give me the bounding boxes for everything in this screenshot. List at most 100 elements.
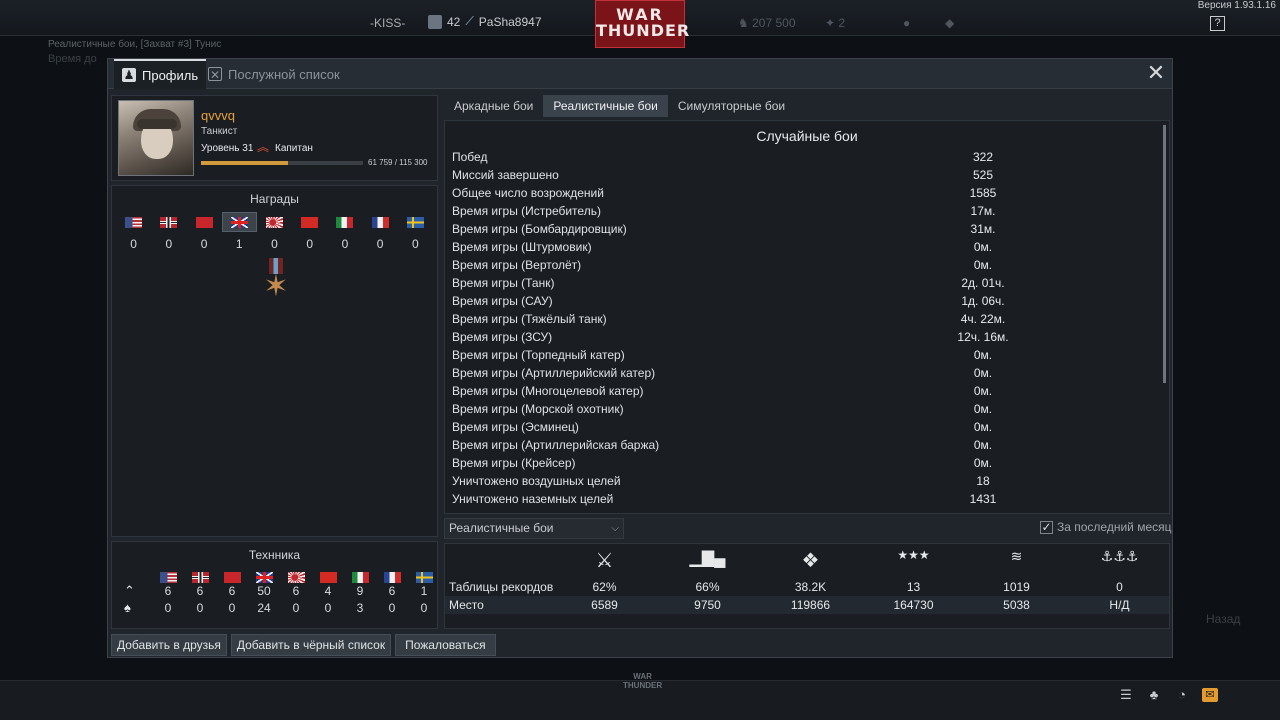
golden-eagles[interactable]: ✦ 2 <box>825 16 845 30</box>
tab-arcade[interactable]: Аркадные бои <box>444 95 543 117</box>
nation-usa[interactable] <box>116 212 151 232</box>
list-icon[interactable]: ☰ <box>1118 688 1134 702</box>
avatar[interactable] <box>118 100 194 176</box>
stat-value: 1585 <box>969 186 997 200</box>
background-back-button: Назад <box>1206 612 1241 626</box>
mail-icon[interactable]: ✉ <box>1202 688 1218 702</box>
stat-row: Время игры (Крейсер) 0м. <box>445 454 1169 472</box>
stat-value: 0м. <box>973 456 993 470</box>
chat-icon[interactable]: ◔ <box>1174 688 1190 702</box>
vehicle-researched-count: 6 <box>228 584 236 598</box>
left-panel: qvvvq Танкист Уровень 31 ︽ Капитан 61 75… <box>111 95 438 629</box>
last-month-toggle[interactable]: ✓ За последний месяц <box>1040 520 1172 534</box>
crew-icon[interactable]: ◆ <box>945 16 954 30</box>
tab-service-record[interactable]: ✕ Послужной список <box>208 59 340 89</box>
stat-value: 2д. 01ч. <box>961 276 1005 290</box>
award-count: 0 <box>412 237 419 251</box>
xp-text: 61 759 / 115 300 <box>368 158 428 167</box>
rank-chevron-icon: ︽ <box>256 140 269 154</box>
germany-flag-icon <box>191 571 209 583</box>
premium-spade-icon: ♠ <box>124 600 131 615</box>
mode-select-value: Реалистичные бои <box>449 521 554 535</box>
nation-germany[interactable] <box>151 212 186 232</box>
tab-realistic[interactable]: Реалистичные бои <box>543 95 668 117</box>
vehicle-premium-count: 3 <box>356 601 364 615</box>
stats-scrollbar[interactable] <box>1163 125 1166 383</box>
stat-value: 0м. <box>973 348 993 362</box>
britain-flag-icon <box>255 571 273 583</box>
stat-row: Время игры (Штурмовик) 0м. <box>445 238 1169 256</box>
vehicle-premium-count: 0 <box>292 601 300 615</box>
record-table-value: 13 <box>906 580 921 594</box>
version-label: Версия 1.93.1.16 <box>1197 0 1276 11</box>
rank-wing-icon: ⟋ <box>465 14 474 28</box>
record-table-value: 38.2K <box>794 580 827 594</box>
vehicle-researched-count: 6 <box>388 584 396 598</box>
nation-japan[interactable] <box>257 212 292 232</box>
vehicle-researched-count: 6 <box>164 584 172 598</box>
stat-label: Время игры (Многоцелевой катер) <box>452 384 644 398</box>
vehicle-premium-count: 0 <box>420 601 428 615</box>
mode-select[interactable]: Реалистичные бои ⌵ <box>444 518 624 539</box>
crossed-swords-icon: ⚔ <box>595 550 614 572</box>
player-title[interactable]: Танкист <box>201 126 237 137</box>
add-blacklist-button[interactable]: Добавить в чёрный список <box>230 634 392 656</box>
last-month-checkbox[interactable]: ✓ <box>1040 520 1053 534</box>
germany-flag-icon <box>160 216 178 228</box>
stat-label: Побед <box>452 150 488 164</box>
stat-row: Миссий завершено 525 <box>445 166 1169 184</box>
award-count: 0 <box>130 237 137 251</box>
player-chip[interactable]: 42 ⟋ PaSha8947 <box>428 14 542 29</box>
last-month-label: За последний месяц <box>1057 520 1172 534</box>
lion-icon: ♞ <box>738 16 749 30</box>
stat-value: 1д. 06ч. <box>961 294 1005 308</box>
help-button[interactable]: ? <box>1210 16 1225 31</box>
nation-italy[interactable] <box>327 212 362 232</box>
vehicle-premium-count: 0 <box>388 601 396 615</box>
contacts-icon[interactable]: ♣ <box>1146 688 1162 702</box>
player-level-label: Уровень 31 <box>201 143 254 154</box>
squad-tag[interactable]: -KISS- <box>370 16 405 30</box>
awards-title: Награды <box>250 192 299 206</box>
stat-row: Побед 322 <box>445 148 1169 166</box>
nation-ussr[interactable] <box>186 212 221 232</box>
stat-value: 1431 <box>969 492 997 506</box>
stat-label: Время игры (Торпедный катер) <box>452 348 625 362</box>
award-count: 1 <box>235 237 243 251</box>
complain-button[interactable]: Пожаловаться <box>395 634 496 656</box>
xp-progress-bar <box>201 161 363 165</box>
tab-simulator[interactable]: Симуляторные бои <box>668 95 795 117</box>
action-buttons: Добавить в друзья Добавить в чёрный спис… <box>111 634 496 656</box>
medal-icon[interactable]: ✶ <box>261 258 291 308</box>
nation-france[interactable] <box>363 212 398 232</box>
window-header: ♟ Профиль ✕ Послужной список ✕ <box>108 59 1172 89</box>
stat-value: 0м. <box>973 438 993 452</box>
record-icon: ✕ <box>208 67 222 82</box>
tab-profile[interactable]: ♟ Профиль <box>114 59 207 89</box>
vehicles-premium-row: 0 0 0 24 0 0 3 0 0 <box>152 601 440 615</box>
bottom-icons: ☰ ♣ ◔ ✉ <box>1118 688 1218 702</box>
research-icon[interactable]: ● <box>903 16 910 30</box>
record-place-value: 5038 <box>1003 598 1030 612</box>
bottom-logo-line2: THUNDER <box>623 681 663 690</box>
three-stars-icon: ★★★ <box>897 548 930 562</box>
add-friend-button[interactable]: Добавить в друзья <box>111 634 227 656</box>
vehicle-researched-count: 9 <box>356 584 364 598</box>
stat-value: 0м. <box>973 258 993 272</box>
stat-label: Время игры (Штурмовик) <box>452 240 592 254</box>
sweden-flag-icon <box>415 571 433 583</box>
nation-sweden[interactable] <box>398 212 433 232</box>
nation-china[interactable] <box>292 212 327 232</box>
close-icon[interactable]: ✕ <box>1146 62 1166 84</box>
stat-row: Время игры (САУ) 1д. 06ч. <box>445 292 1169 310</box>
nation-britain[interactable] <box>221 212 257 232</box>
stat-label: Уничтожено наземных целей <box>452 492 614 506</box>
record-table-value: 62% <box>592 580 617 594</box>
stat-label: Время игры (Артиллерийский катер) <box>452 366 656 380</box>
war-thunder-logo[interactable]: WAR THUNDER <box>595 0 689 48</box>
stat-row: Уничтожено наземных целей 1431 <box>445 490 1169 508</box>
stat-row: Время игры (Артиллерийская баржа) 0м. <box>445 436 1169 454</box>
ussr-flag-icon <box>195 216 213 228</box>
record-place-value: Н/Д <box>1109 598 1130 612</box>
silver-lions[interactable]: ♞ 207 500 <box>738 16 796 30</box>
